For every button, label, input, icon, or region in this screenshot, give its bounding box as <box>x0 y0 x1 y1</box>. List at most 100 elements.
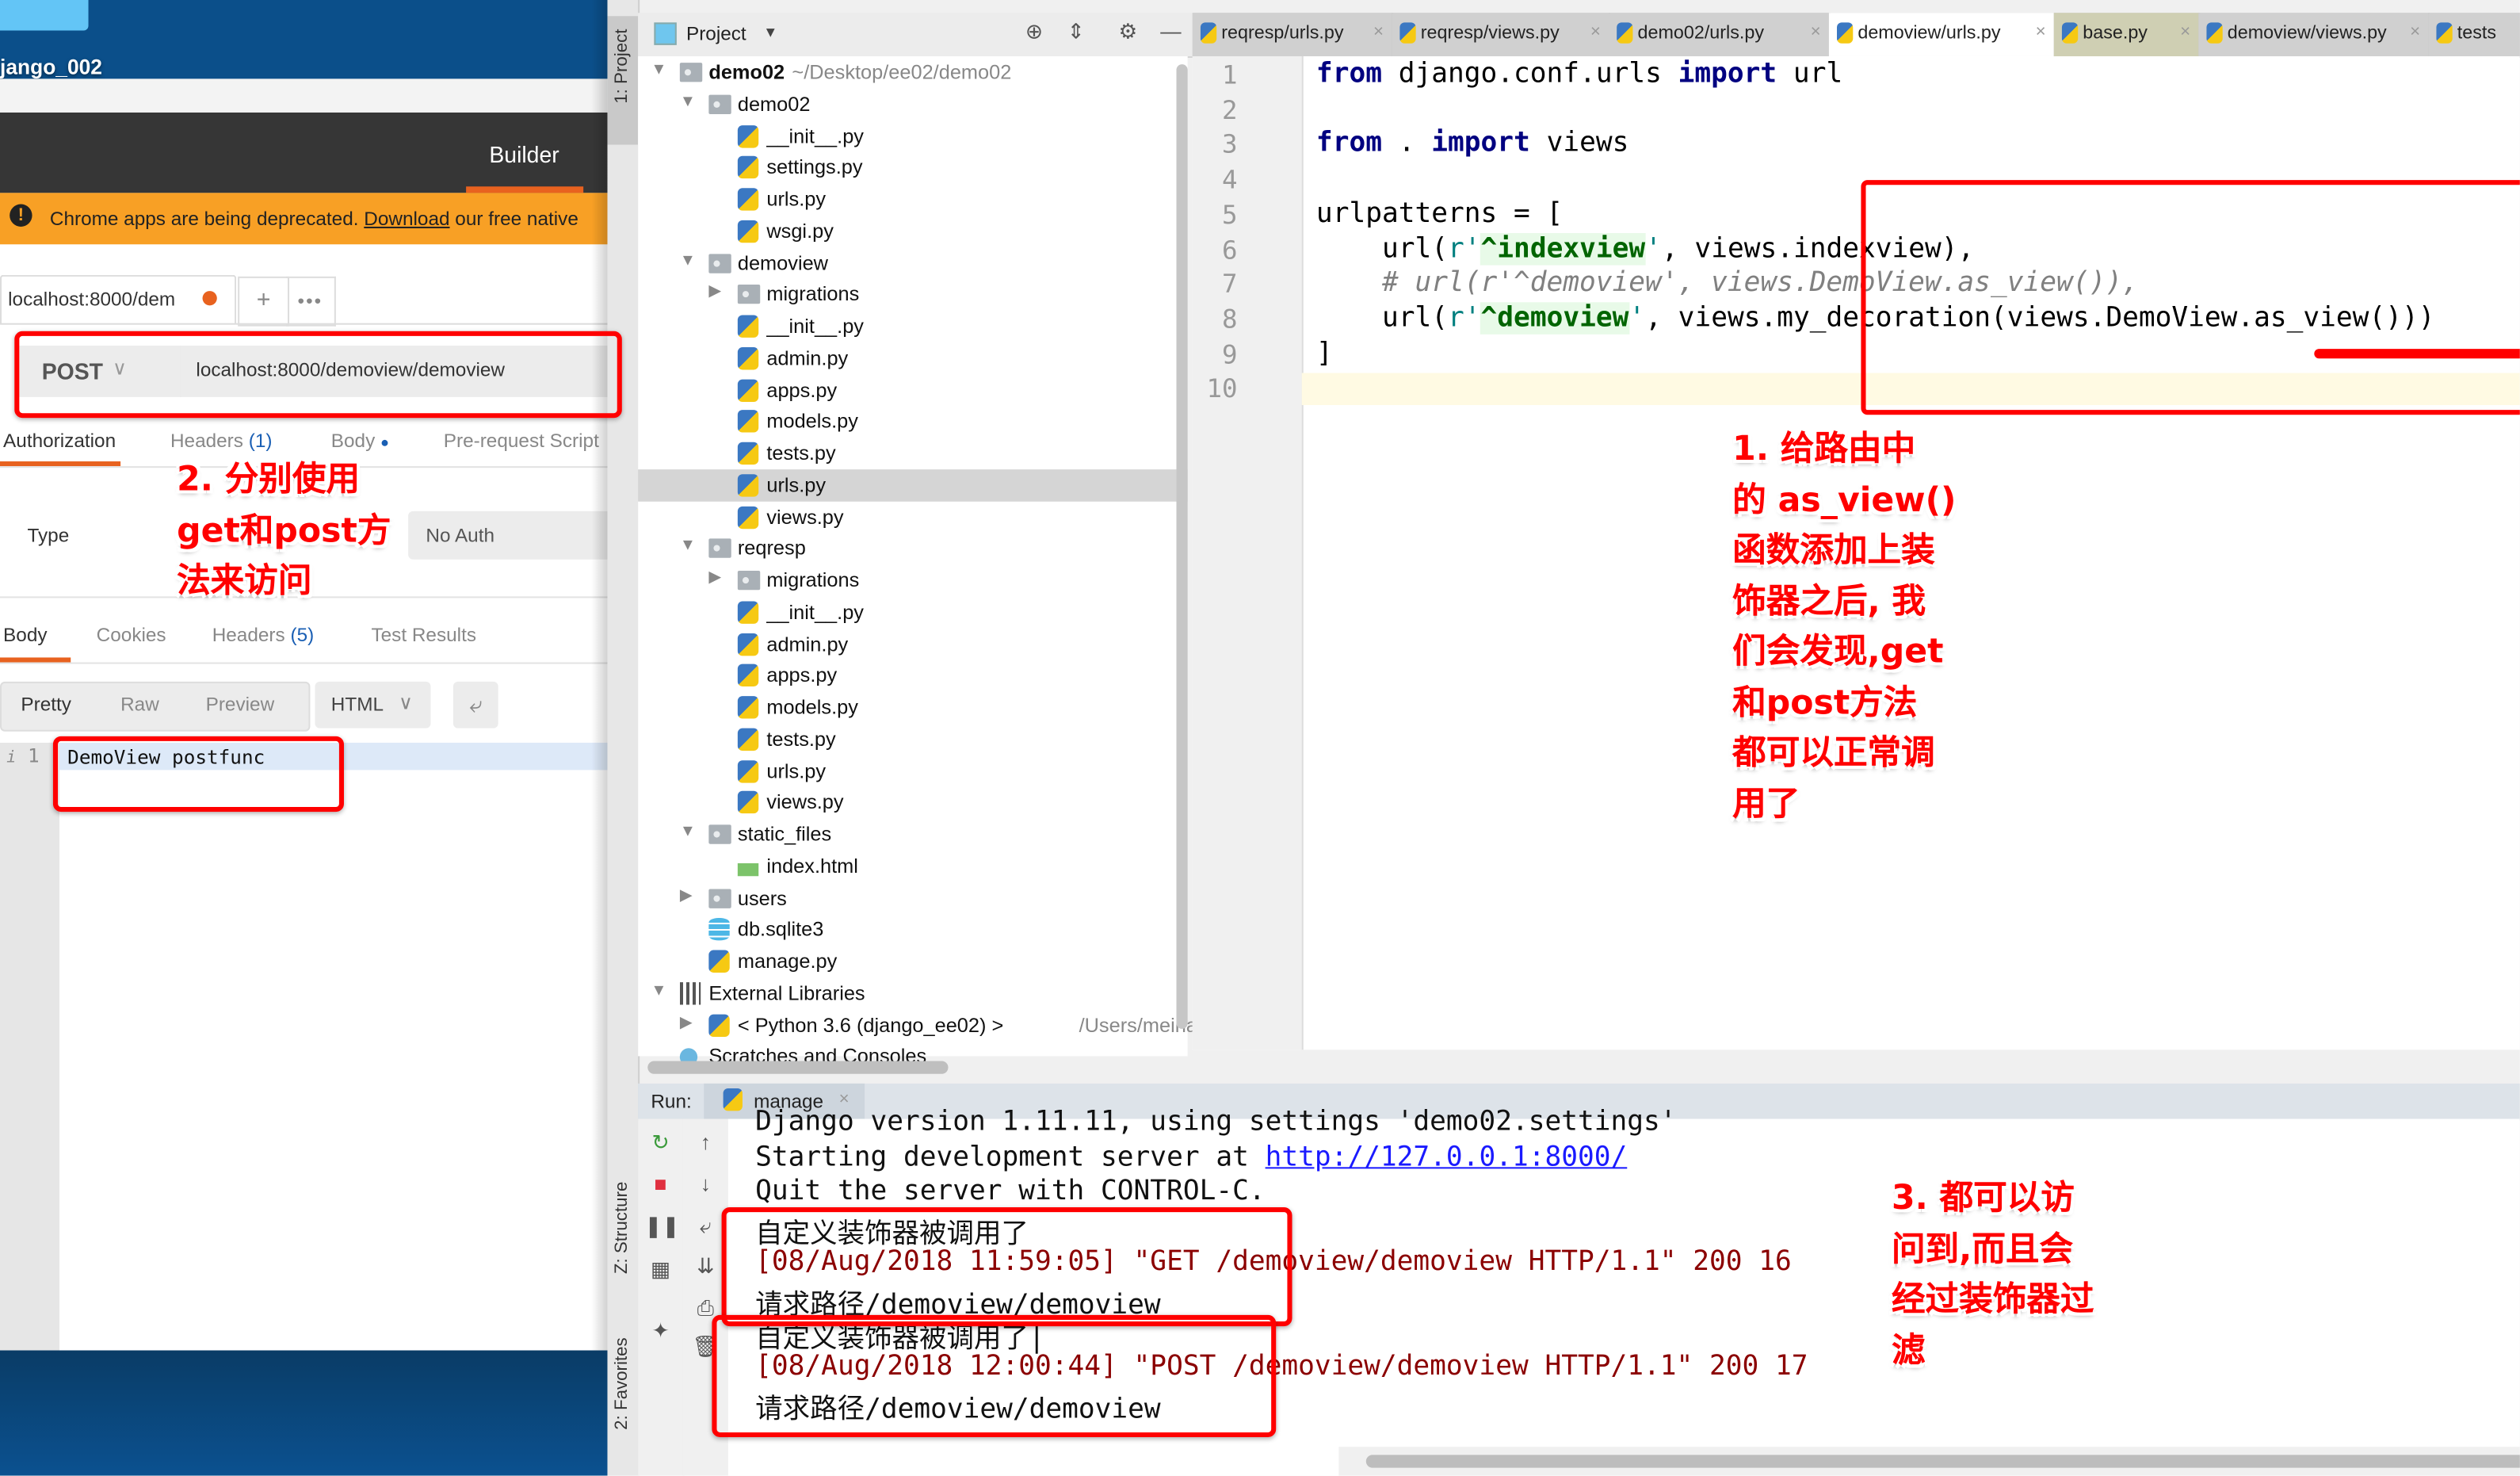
layout-icon[interactable]: ▦ <box>644 1257 677 1283</box>
tree-item[interactable]: index.html <box>638 850 1188 882</box>
soft-wrap-icon[interactable]: ⤶ <box>689 1214 722 1239</box>
structure-tool-tab[interactable]: Z: Structure <box>613 1182 632 1275</box>
close-icon[interactable]: × <box>1811 22 1821 41</box>
new-tab-button[interactable]: + <box>238 276 290 327</box>
close-icon[interactable]: × <box>1373 22 1384 41</box>
response-tab-body[interactable]: Body <box>3 624 47 646</box>
hide-panel-icon[interactable]: — <box>1160 19 1181 43</box>
language-value[interactable]: HTML <box>331 693 384 715</box>
stop-icon[interactable]: ■ <box>644 1172 677 1195</box>
code-line[interactable]: from . import views <box>1316 128 1628 160</box>
caret-down-icon[interactable]: ▼ <box>763 24 777 40</box>
editor-tab[interactable]: demo02/urls.py × <box>1609 13 1831 56</box>
tree-item[interactable]: ▼ reqresp <box>638 533 1188 565</box>
tree-item[interactable]: models.py <box>638 406 1188 438</box>
tree-item[interactable]: settings.py <box>638 151 1188 184</box>
collapsed-arrow-icon[interactable]: ▶ <box>680 1014 693 1031</box>
tree-item[interactable]: __init__.py <box>638 596 1188 629</box>
tree-item[interactable]: db.sqlite3 <box>638 913 1188 946</box>
download-link[interactable]: Download <box>364 208 449 230</box>
editor-tab[interactable]: reqresp/urls.py × <box>1192 13 1394 56</box>
request-tab-label[interactable]: localhost:8000/dem <box>8 288 175 310</box>
tab-pre-request-script[interactable]: Pre-request Script <box>444 429 599 451</box>
tree-item[interactable]: ▶ users <box>638 881 1188 914</box>
scroll-down-icon[interactable]: ↓ <box>689 1172 722 1195</box>
editor-tab[interactable]: tests <box>2428 13 2520 56</box>
collapsed-arrow-icon[interactable]: ▶ <box>680 886 693 904</box>
tree-item[interactable]: ▼ External Libraries <box>638 977 1188 1010</box>
expanded-arrow-icon[interactable]: ▼ <box>680 251 696 269</box>
tree-item[interactable]: views.py <box>638 501 1188 533</box>
collapsed-arrow-icon[interactable]: ▶ <box>708 569 721 587</box>
tree-item[interactable]: ▼ demoview <box>638 247 1188 279</box>
more-tabs-button[interactable]: ••• <box>285 276 336 327</box>
response-tab-cookies[interactable]: Cookies <box>97 624 166 646</box>
response-tab-test-results[interactable]: Test Results <box>371 624 476 646</box>
rerun-icon[interactable]: ↻ <box>644 1130 677 1156</box>
format-preview[interactable]: Preview <box>206 693 275 715</box>
desktop-folder-icon[interactable] <box>0 0 89 31</box>
tree-item[interactable]: ▶ < Python 3.6 (django_ee02) >/Users/meih… <box>638 1009 1208 1042</box>
project-tool-tab-label[interactable]: 1: Project <box>613 29 632 104</box>
locate-icon[interactable]: ⊕ <box>1025 19 1043 44</box>
pin-icon[interactable]: ✦ <box>644 1318 677 1344</box>
tree-item[interactable]: wsgi.py <box>638 215 1188 247</box>
tree-item[interactable]: __init__.py <box>638 120 1188 152</box>
tree-item[interactable]: __init__.py <box>638 310 1188 342</box>
expanded-arrow-icon[interactable]: ▼ <box>680 93 696 110</box>
collapse-all-icon[interactable]: ⇕ <box>1067 19 1085 44</box>
close-icon[interactable]: × <box>2410 22 2420 41</box>
tree-item[interactable]: models.py <box>638 691 1188 724</box>
wrap-lines-icon[interactable]: ⤶ <box>452 681 498 728</box>
tree-item[interactable]: urls.py <box>638 755 1188 787</box>
chevron-down-icon[interactable]: ∨ <box>399 691 413 713</box>
tree-item[interactable]: manage.py <box>638 945 1188 977</box>
server-url-link[interactable]: http://127.0.0.1:8000/ <box>1266 1141 1628 1173</box>
pause-icon[interactable]: ❚❚ <box>644 1214 679 1239</box>
auth-type-value[interactable]: No Auth <box>426 524 494 546</box>
tree-item[interactable]: admin.py <box>638 628 1188 660</box>
horizontal-scrollbar[interactable] <box>647 1061 949 1074</box>
collapsed-arrow-icon[interactable]: ▶ <box>708 283 721 300</box>
expanded-arrow-icon[interactable]: ▼ <box>651 61 666 78</box>
editor-tab[interactable]: base.py × <box>2053 13 2201 56</box>
editor-tab[interactable]: demoview/views.py × <box>2198 13 2430 56</box>
desktop-item-label[interactable]: jango_002 <box>0 55 102 78</box>
response-tab-headers[interactable]: Headers (5) <box>212 624 315 646</box>
close-icon[interactable]: × <box>2036 22 2046 41</box>
tree-item[interactable]: apps.py <box>638 660 1188 692</box>
tab-body[interactable]: Body ● <box>331 429 389 451</box>
code-line[interactable]: from django.conf.urls import url <box>1316 58 1842 90</box>
expanded-arrow-icon[interactable]: ▼ <box>651 982 666 1000</box>
tree-item[interactable]: ▶ migrations <box>638 278 1188 311</box>
scroll-to-end-icon[interactable]: ⇊ <box>689 1254 722 1279</box>
editor-tab[interactable]: reqresp/views.py × <box>1392 13 1611 56</box>
tree-item[interactable]: ▼ demo02 <box>638 88 1188 120</box>
tree-item[interactable]: tests.py <box>638 723 1188 755</box>
vertical-scrollbar[interactable] <box>1176 64 1188 1029</box>
expanded-arrow-icon[interactable]: ▼ <box>680 537 696 555</box>
scroll-up-icon[interactable]: ↑ <box>689 1130 722 1154</box>
tree-item[interactable]: ▼ demo02 ~/Desktop/ee02/demo02 <box>638 56 1188 89</box>
editor-tab[interactable]: demoview/urls.py × <box>1828 13 2056 56</box>
tree-item[interactable]: tests.py <box>638 438 1188 470</box>
tab-headers[interactable]: Headers (1) <box>170 429 273 451</box>
code-line[interactable]: ] <box>1316 337 1333 369</box>
close-icon[interactable]: × <box>1590 22 1601 41</box>
tree-item[interactable]: ▶ migrations <box>638 564 1188 597</box>
close-icon[interactable]: × <box>2180 22 2190 41</box>
tree-item[interactable]: urls.py <box>638 183 1188 216</box>
gear-icon[interactable]: ⚙ <box>1118 19 1137 44</box>
tree-item[interactable]: apps.py <box>638 374 1188 407</box>
tab-authorization[interactable]: Authorization <box>3 429 116 451</box>
format-raw[interactable]: Raw <box>120 693 159 715</box>
favorites-tool-tab[interactable]: 2: Favorites <box>613 1337 632 1430</box>
expanded-arrow-icon[interactable]: ▼ <box>680 823 696 840</box>
horizontal-scrollbar[interactable] <box>1365 1455 2520 1468</box>
format-pretty[interactable]: Pretty <box>21 693 71 715</box>
tree-item[interactable]: urls.py <box>638 468 1188 502</box>
tree-item[interactable]: ▼ static_files <box>638 818 1188 851</box>
code-line[interactable]: urlpatterns = [ <box>1316 197 1563 230</box>
tree-item[interactable]: views.py <box>638 786 1188 819</box>
tree-item[interactable]: admin.py <box>638 342 1188 374</box>
